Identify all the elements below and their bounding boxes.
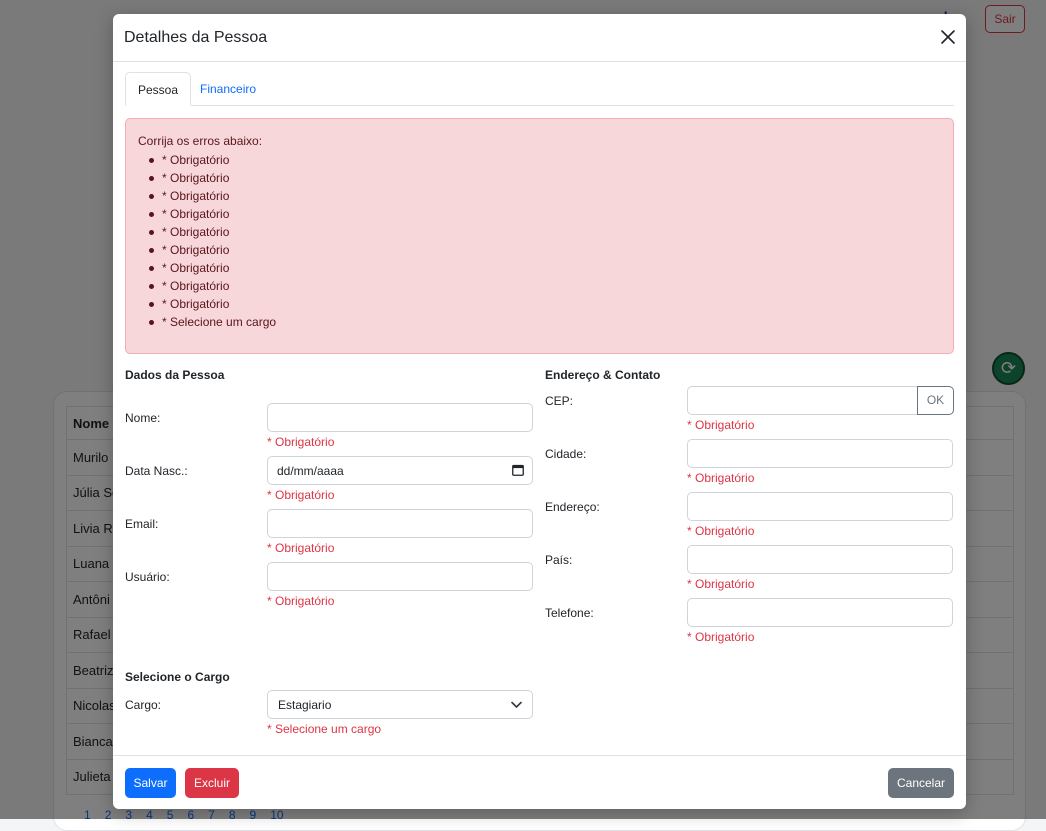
city-error: * Obrigatório (687, 471, 755, 485)
name-error: * Obrigatório (267, 435, 335, 449)
modal-header: Detalhes da Pessoa (113, 14, 966, 62)
role-label: Cargo: (125, 698, 162, 712)
error-item: * Obrigatório (148, 187, 276, 205)
error-item: * Obrigatório (148, 151, 276, 169)
name-label: Nome: (125, 411, 161, 425)
role-section-title: Selecione o Cargo (125, 670, 230, 684)
email-input[interactable] (267, 509, 533, 538)
phone-label: Telefone: (545, 606, 594, 620)
birth-date-input[interactable]: dd/mm/aaaa (267, 456, 533, 485)
cep-input[interactable] (687, 386, 918, 415)
role-select[interactable]: Estagiario (267, 690, 533, 719)
person-details-modal: Detalhes da Pessoa Pessoa Financeiro Cor… (113, 14, 966, 809)
birth-date-label: Data Nasc.: (125, 464, 188, 478)
alert-title: Corrija os erros abaixo: (138, 134, 263, 148)
modal-footer: Salvar Excluir Cancelar (113, 755, 966, 809)
tab-pessoa[interactable]: Pessoa (125, 72, 192, 106)
calendar-icon[interactable] (512, 464, 524, 476)
chevron-down-icon (511, 701, 522, 708)
email-error: * Obrigatório (267, 541, 335, 555)
error-alert: Corrija os erros abaixo: * Obrigatório *… (125, 118, 954, 354)
country-input[interactable] (687, 545, 953, 574)
delete-button[interactable]: Excluir (185, 768, 239, 798)
error-item: * Selecione um cargo (148, 315, 277, 329)
error-item: * Obrigatório (148, 259, 276, 277)
email-label: Email: (125, 517, 159, 531)
error-item: * Obrigatório (148, 169, 276, 187)
error-item: * Obrigatório (148, 277, 276, 295)
error-item: * Obrigatório (148, 223, 276, 241)
street-input[interactable] (687, 492, 953, 521)
cep-label: CEP: (545, 394, 574, 408)
error-item: * Obrigatório (148, 295, 276, 313)
tab-financeiro[interactable]: Financeiro (188, 72, 268, 106)
close-icon[interactable] (940, 29, 956, 45)
user-label: Usuário: (125, 570, 170, 584)
save-button[interactable]: Salvar (125, 768, 176, 798)
error-item: * Obrigatório (148, 241, 276, 259)
error-list: * Obrigatório * Obrigatório * Obrigatóri… (148, 151, 277, 331)
street-label: Endereço: (545, 500, 600, 514)
user-input[interactable] (267, 562, 533, 591)
phone-input[interactable] (687, 598, 953, 627)
birth-date-error: * Obrigatório (267, 488, 335, 502)
phone-error: * Obrigatório (687, 630, 755, 644)
street-error: * Obrigatório (687, 524, 755, 538)
role-selected-value: Estagiario (278, 698, 332, 712)
name-input[interactable] (267, 403, 533, 432)
country-error: * Obrigatório (687, 577, 755, 591)
country-label: País: (545, 553, 573, 567)
user-error: * Obrigatório (267, 594, 335, 608)
city-label: Cidade: (545, 447, 587, 461)
error-item: * Obrigatório (148, 205, 276, 223)
role-error: * Selecione um cargo (267, 722, 382, 736)
tab-bar: Pessoa Financeiro (125, 72, 954, 106)
birth-date-placeholder: dd/mm/aaaa (277, 464, 344, 478)
modal-title: Detalhes da Pessoa (124, 29, 268, 46)
address-section-title: Endereço & Contato (545, 368, 661, 382)
cep-ok-button[interactable]: OK (917, 386, 954, 415)
city-input[interactable] (687, 439, 953, 468)
cep-error: * Obrigatório (687, 418, 755, 432)
cancel-button[interactable]: Cancelar (888, 768, 954, 798)
personal-section-title: Dados da Pessoa (125, 368, 225, 382)
